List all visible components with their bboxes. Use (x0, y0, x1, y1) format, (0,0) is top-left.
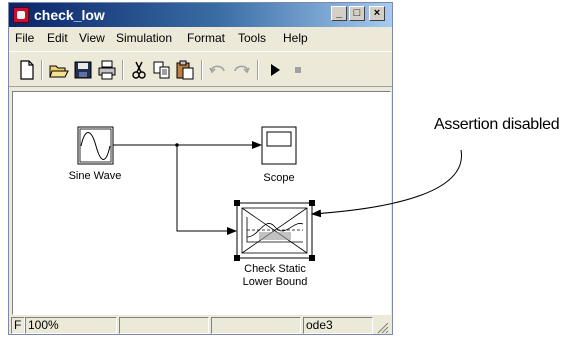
annotation-arrow (311, 149, 462, 218)
